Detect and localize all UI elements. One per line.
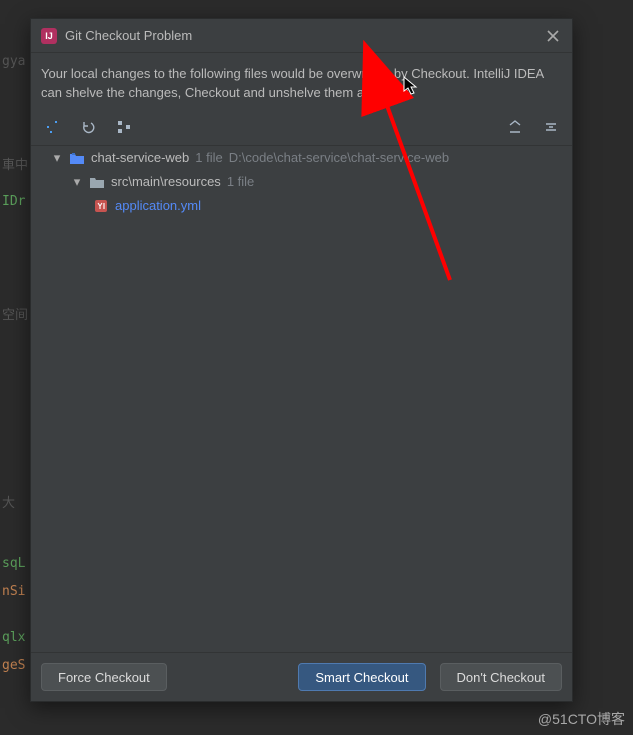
tree-folder-row[interactable]: ▾ src\main\resources 1 file (41, 170, 562, 194)
tree-folder-filecount: 1 file (227, 174, 254, 189)
dialog-title: Git Checkout Problem (65, 28, 536, 43)
collapse-all-icon[interactable] (540, 116, 562, 138)
magic-wand-icon[interactable] (41, 116, 63, 138)
chevron-down-icon[interactable]: ▾ (71, 174, 83, 190)
dont-checkout-button[interactable]: Don't Checkout (440, 663, 562, 691)
dialog-message: Your local changes to the following file… (31, 53, 572, 109)
tree-file-row[interactable]: application.yml (41, 194, 562, 218)
close-icon[interactable] (544, 27, 562, 45)
expand-all-icon[interactable] (504, 116, 526, 138)
tree-root-filecount: 1 file (195, 150, 222, 165)
tree-file-name: application.yml (115, 198, 201, 213)
dialog-buttons: Force Checkout Smart Checkout Don't Chec… (31, 653, 572, 701)
dialog-titlebar[interactable]: IJ Git Checkout Problem (31, 19, 572, 53)
git-checkout-problem-dialog: IJ Git Checkout Problem Your local chang… (30, 18, 573, 702)
force-checkout-button[interactable]: Force Checkout (41, 663, 167, 691)
yaml-file-icon (93, 198, 109, 214)
tree-root-path: D:\code\chat-service\chat-service-web (229, 150, 449, 165)
tree-root-row[interactable]: ▾ chat-service-web 1 file D:\code\chat-s… (41, 146, 562, 170)
intellij-app-icon: IJ (41, 28, 57, 44)
chevron-down-icon[interactable]: ▾ (51, 150, 63, 166)
module-folder-icon (69, 151, 85, 165)
watermark-text: @51CTO博客 (538, 709, 625, 729)
dialog-toolbar (31, 109, 572, 145)
tree-root-name: chat-service-web (91, 150, 189, 165)
tree-folder-name: src\main\resources (111, 174, 221, 189)
undo-icon[interactable] (77, 116, 99, 138)
smart-checkout-button[interactable]: Smart Checkout (298, 663, 425, 691)
folder-icon (89, 175, 105, 189)
changes-tree[interactable]: ▾ chat-service-web 1 file D:\code\chat-s… (31, 145, 572, 653)
group-by-icon[interactable] (113, 116, 135, 138)
